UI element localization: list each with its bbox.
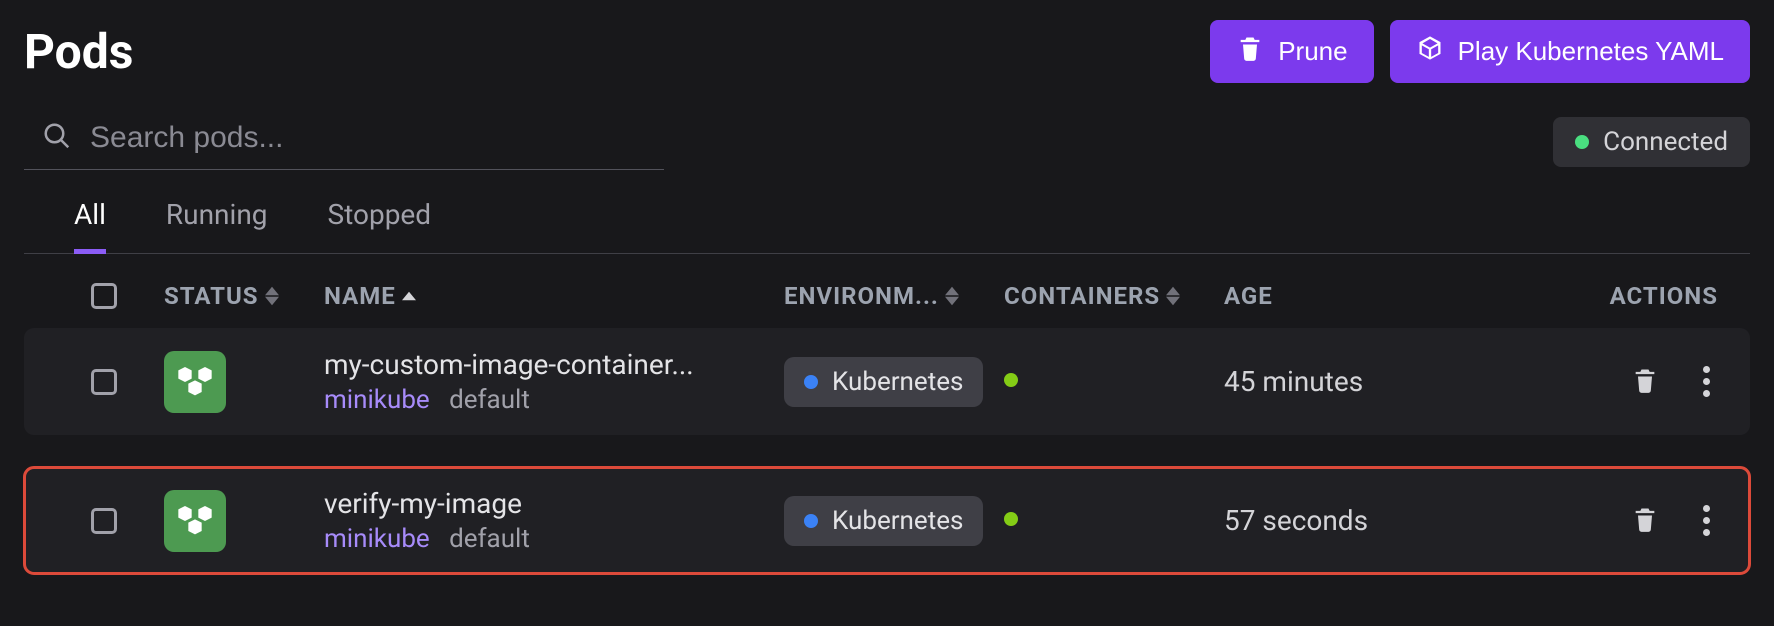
row-checkbox[interactable] <box>91 508 117 534</box>
column-name-label: NAME <box>324 282 396 310</box>
sort-icon <box>402 291 416 301</box>
delete-button[interactable] <box>1631 505 1659 536</box>
column-age-label: AGE <box>1224 282 1273 310</box>
sort-icon <box>1166 286 1180 306</box>
tab-all[interactable]: All <box>74 198 106 254</box>
select-all-checkbox[interactable] <box>91 283 117 309</box>
column-environment[interactable]: ENVIRONM... <box>784 282 1004 310</box>
pod-name: my-custom-image-container... <box>324 348 754 381</box>
pod-status-running-icon <box>164 351 226 413</box>
table-row[interactable]: my-custom-image-container... minikube de… <box>24 328 1750 435</box>
more-actions-button[interactable] <box>1703 505 1710 536</box>
pod-namespace: default <box>449 524 530 554</box>
filter-tabs: All Running Stopped <box>24 198 1750 254</box>
table-row[interactable]: verify-my-image minikube default Kuberne… <box>24 467 1750 574</box>
prune-button[interactable]: Prune <box>1210 20 1373 83</box>
tab-running[interactable]: Running <box>166 198 268 254</box>
prune-label: Prune <box>1278 36 1347 67</box>
sort-icon <box>265 286 279 306</box>
trash-icon <box>1236 34 1264 69</box>
tab-stopped[interactable]: Stopped <box>328 198 432 254</box>
column-name[interactable]: NAME <box>324 282 784 310</box>
column-status[interactable]: STATUS <box>164 282 324 310</box>
env-dot-icon <box>804 375 818 389</box>
pod-cluster: minikube <box>324 385 430 415</box>
column-containers-label: CONTAINERS <box>1004 282 1160 310</box>
environment-badge: Kubernetes <box>784 357 983 407</box>
table-header: STATUS NAME ENVIRONM... CONTAINERS <box>24 254 1750 328</box>
row-checkbox[interactable] <box>91 369 117 395</box>
pod-age: 45 minutes <box>1224 365 1484 398</box>
pod-cluster: minikube <box>324 524 430 554</box>
column-status-label: STATUS <box>164 282 259 310</box>
play-kubernetes-label: Play Kubernetes YAML <box>1458 36 1724 67</box>
pod-age: 57 seconds <box>1224 504 1484 537</box>
column-containers[interactable]: CONTAINERS <box>1004 282 1224 310</box>
column-age[interactable]: AGE <box>1224 282 1484 310</box>
more-actions-button[interactable] <box>1703 366 1710 397</box>
sort-icon <box>945 286 959 306</box>
delete-button[interactable] <box>1631 366 1659 397</box>
column-environment-label: ENVIRONM... <box>784 282 939 310</box>
connection-badge: Connected <box>1553 117 1750 167</box>
search-input[interactable] <box>90 121 660 155</box>
search-container[interactable] <box>24 113 664 170</box>
cube-icon <box>1416 34 1444 69</box>
status-dot-icon <box>1575 135 1589 149</box>
play-kubernetes-button[interactable]: Play Kubernetes YAML <box>1390 20 1750 83</box>
container-status-dot-icon <box>1004 512 1018 526</box>
column-actions: ACTIONS <box>1610 282 1730 310</box>
environment-label: Kubernetes <box>832 367 963 397</box>
environment-badge: Kubernetes <box>784 496 983 546</box>
pod-namespace: default <box>449 385 530 415</box>
environment-label: Kubernetes <box>832 506 963 536</box>
pod-name: verify-my-image <box>324 487 754 520</box>
pod-status-running-icon <box>164 490 226 552</box>
env-dot-icon <box>804 514 818 528</box>
column-actions-label: ACTIONS <box>1610 282 1718 310</box>
search-icon <box>42 121 72 155</box>
container-status-dot-icon <box>1004 373 1018 387</box>
connection-label: Connected <box>1603 127 1728 157</box>
page-title: Pods <box>24 23 133 80</box>
